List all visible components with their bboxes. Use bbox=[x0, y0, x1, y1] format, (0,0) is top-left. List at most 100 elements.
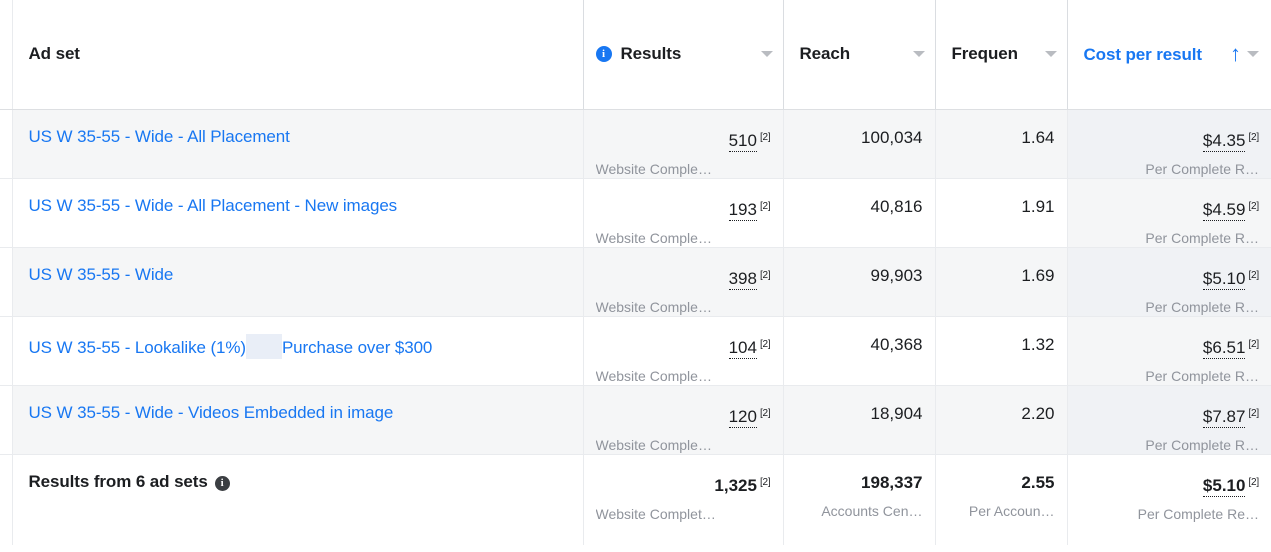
totals-results-value-wrap: 1,325 [2] bbox=[714, 476, 770, 495]
column-header-reach[interactable]: Reach bbox=[783, 0, 936, 110]
ad-set-name-part-1: US W 35-55 - Lookalike (1%) bbox=[28, 337, 247, 357]
column-header-ad-set[interactable]: Ad set bbox=[12, 0, 584, 110]
cell-results: 104 [2] Website Comple… bbox=[583, 316, 784, 386]
row-select-gutter[interactable] bbox=[0, 316, 13, 386]
reach-value-wrap: 40,368 bbox=[871, 335, 923, 354]
cost-per-result-sublabel: Per Complete R… bbox=[1145, 298, 1259, 315]
totals-cost-per-result-value[interactable]: $5.10 bbox=[1202, 475, 1246, 497]
chevron-down-icon[interactable] bbox=[760, 51, 773, 58]
reach-value: 100,034 bbox=[861, 127, 923, 147]
totals-frequency-value-wrap: 2.55 bbox=[1021, 473, 1054, 492]
footnote-marker[interactable]: [2] bbox=[1248, 201, 1259, 212]
ad-set-name-link[interactable]: US W 35-55 - Wide - Videos Embedded in i… bbox=[29, 403, 394, 422]
cell-ad-set: US W 35-55 - Wide bbox=[12, 247, 584, 317]
ad-set-name-link[interactable]: US W 35-55 - Wide - All Placement bbox=[29, 127, 290, 146]
cost-per-result-value-wrap: $4.59 [2] bbox=[1202, 199, 1259, 221]
table-row[interactable]: US W 35-55 - Lookalike (1%) Purchase over… bbox=[0, 316, 1271, 386]
ad-set-name-link[interactable]: US W 35-55 - Lookalike (1%) Purchase over… bbox=[28, 333, 432, 359]
column-header-results[interactable]: i Results bbox=[583, 0, 784, 110]
cost-per-result-sublabel: Per Complete R… bbox=[1145, 160, 1259, 177]
footnote-marker[interactable]: [2] bbox=[1248, 477, 1259, 488]
row-select-gutter-header bbox=[0, 0, 13, 110]
data-table: Ad set i Results Reach Frequen Cost per … bbox=[0, 0, 1271, 545]
chevron-down-icon[interactable] bbox=[912, 51, 925, 58]
row-select-gutter[interactable] bbox=[0, 247, 13, 317]
results-sublabel: Website Comple… bbox=[595, 367, 712, 384]
reach-value-wrap: 18,904 bbox=[871, 404, 923, 423]
footnote-marker[interactable]: [2] bbox=[1248, 408, 1259, 419]
column-header-reach-label: Reach bbox=[799, 44, 851, 64]
reach-value: 99,903 bbox=[870, 265, 923, 285]
ad-set-name-link[interactable]: US W 35-55 - Wide bbox=[29, 265, 174, 284]
cell-totals-reach: 198,337 Accounts Cen… bbox=[783, 453, 936, 545]
results-sublabel: Website Comple… bbox=[595, 436, 712, 453]
cost-per-result-value[interactable]: $4.35 bbox=[1202, 130, 1246, 152]
cost-per-result-value-wrap: $4.35 [2] bbox=[1202, 130, 1259, 152]
cell-frequency: 1.32 bbox=[935, 316, 1068, 386]
results-sublabel: Website Comple… bbox=[595, 298, 712, 315]
cell-frequency: 1.64 bbox=[935, 109, 1068, 179]
row-select-gutter[interactable] bbox=[0, 385, 13, 455]
cell-results: 398 [2] Website Comple… bbox=[583, 247, 784, 317]
info-icon[interactable]: i bbox=[214, 475, 230, 491]
cell-results: 193 [2] Website Comple… bbox=[583, 178, 784, 248]
results-value-wrap: 398 [2] bbox=[728, 268, 771, 290]
cell-reach: 100,034 bbox=[783, 109, 936, 179]
frequency-value: 1.64 bbox=[1021, 127, 1055, 147]
cell-frequency: 1.69 bbox=[935, 247, 1068, 317]
footnote-marker[interactable]: [2] bbox=[760, 408, 771, 419]
row-select-gutter[interactable] bbox=[0, 109, 13, 179]
table-row[interactable]: US W 35-55 - Wide - All Placement 510 [2] W… bbox=[0, 109, 1271, 179]
totals-reach-value: 198,337 bbox=[861, 472, 923, 492]
cell-cost-per-result: $4.35 [2] Per Complete R… bbox=[1067, 109, 1271, 179]
cell-ad-set: US W 35-55 - Wide - All Placement bbox=[12, 109, 584, 179]
cost-per-result-value[interactable]: $7.87 bbox=[1202, 406, 1246, 428]
footnote-marker[interactable]: [2] bbox=[1248, 339, 1259, 350]
chevron-down-icon[interactable] bbox=[1044, 51, 1057, 58]
cell-reach: 99,903 bbox=[783, 247, 936, 317]
footnote-marker[interactable]: [2] bbox=[1248, 132, 1259, 143]
info-icon[interactable]: i bbox=[595, 46, 612, 63]
totals-results-value: 1,325 bbox=[714, 475, 757, 495]
results-value[interactable]: 120 bbox=[728, 406, 757, 428]
cell-totals-label: Results from 6 ad sets i bbox=[12, 453, 584, 545]
table-row[interactable]: US W 35-55 - Wide 398 [2] Website Comple… 99… bbox=[0, 247, 1271, 317]
cell-cost-per-result: $6.51 [2] Per Complete R… bbox=[1067, 316, 1271, 386]
footnote-marker[interactable]: [2] bbox=[1248, 270, 1259, 281]
table-row[interactable]: US W 35-55 - Wide - Videos Embedded in i… bbox=[0, 385, 1271, 455]
results-value[interactable]: 193 bbox=[728, 199, 757, 221]
footnote-marker[interactable]: [2] bbox=[760, 132, 771, 143]
sort-ascending-arrow-icon[interactable]: ↑ bbox=[1230, 43, 1241, 65]
results-value[interactable]: 104 bbox=[728, 337, 757, 359]
row-select-gutter[interactable] bbox=[0, 178, 13, 248]
totals-frequency-sublabel: Per Accoun… bbox=[968, 502, 1055, 519]
cost-per-result-value[interactable]: $4.59 bbox=[1202, 199, 1246, 221]
cost-per-result-value[interactable]: $6.51 bbox=[1202, 337, 1246, 359]
column-header-cost-per-result[interactable]: Cost per result ↑ bbox=[1067, 0, 1271, 110]
footnote-marker[interactable]: [2] bbox=[760, 201, 771, 212]
frequency-value-wrap: 2.20 bbox=[1021, 404, 1054, 423]
column-header-frequency[interactable]: Frequen bbox=[935, 0, 1068, 110]
frequency-value-wrap: 1.64 bbox=[1021, 128, 1054, 147]
cell-ad-set: US W 35-55 - Wide - All Placement - New … bbox=[12, 178, 584, 248]
cost-per-result-value[interactable]: $5.10 bbox=[1202, 268, 1246, 290]
cell-reach: 40,368 bbox=[783, 316, 936, 386]
footnote-marker[interactable]: [2] bbox=[760, 339, 771, 350]
ad-set-name-link[interactable]: US W 35-55 - Wide - All Placement - New … bbox=[29, 196, 398, 215]
results-value-wrap: 104 [2] bbox=[728, 337, 771, 359]
reach-value: 40,816 bbox=[870, 196, 923, 216]
footnote-marker[interactable]: [2] bbox=[760, 270, 771, 281]
cost-per-result-value-wrap: $5.10 [2] bbox=[1202, 268, 1259, 290]
table-header: Ad set i Results Reach Frequen Cost per … bbox=[0, 0, 1271, 110]
reach-value: 18,904 bbox=[870, 403, 923, 423]
footnote-marker[interactable]: [2] bbox=[760, 477, 771, 488]
chevron-down-icon[interactable] bbox=[1247, 51, 1259, 58]
cell-totals-frequency: 2.55 Per Accoun… bbox=[935, 453, 1068, 545]
table-row[interactable]: US W 35-55 - Wide - All Placement - New … bbox=[0, 178, 1271, 248]
results-value[interactable]: 398 bbox=[728, 268, 757, 290]
cell-reach: 40,816 bbox=[783, 178, 936, 248]
cost-per-result-value-wrap: $7.87 [2] bbox=[1202, 406, 1259, 428]
reach-value-wrap: 99,903 bbox=[871, 266, 923, 285]
results-value[interactable]: 510 bbox=[728, 130, 757, 152]
cell-cost-per-result: $7.87 [2] Per Complete R… bbox=[1067, 385, 1271, 455]
